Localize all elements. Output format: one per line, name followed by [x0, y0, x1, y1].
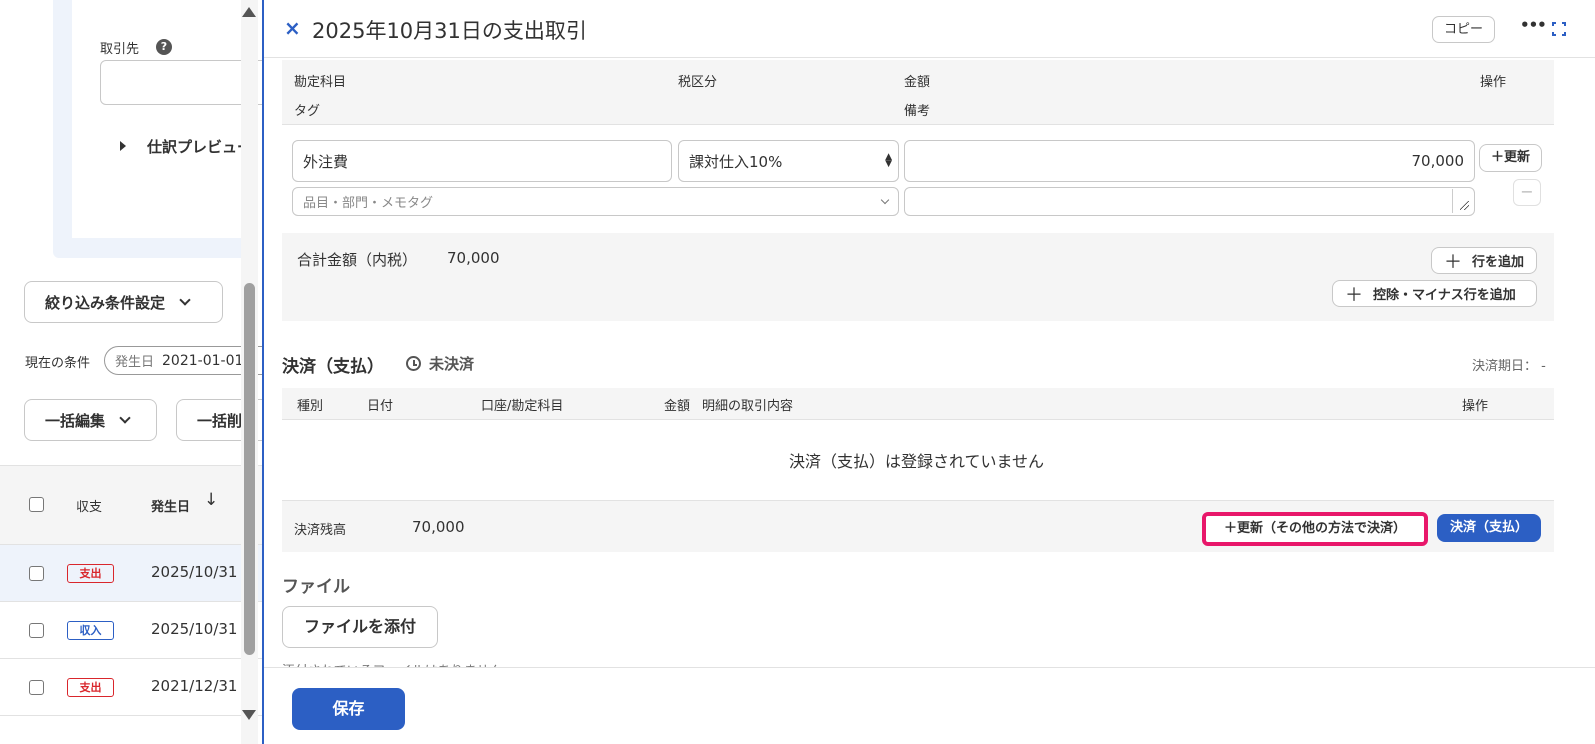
expense-badge: 支出	[67, 678, 114, 697]
sort-down-icon[interactable]: ↓	[204, 490, 218, 510]
condition-chip[interactable]: 発生日 2021-01-01	[104, 346, 262, 375]
journal-table-header: 勘定科目 税区分 金額 操作 タグ 備考	[282, 60, 1554, 125]
transaction-detail-panel: × 2025年10月31日の支出取引 コピー ••• 勘定科目 税区分 金額 操…	[262, 0, 1595, 744]
partner-label: 取引先	[100, 42, 140, 57]
memo-field[interactable]	[904, 187, 1475, 216]
bulk-edit-button[interactable]: 一括編集	[24, 399, 157, 441]
filter-settings-button[interactable]: 絞り込み条件設定	[24, 281, 223, 323]
col-settle-account: 口座/勘定科目	[481, 399, 564, 414]
caret-right-icon	[120, 141, 126, 151]
panel-title: 2025年10月31日の支出取引	[312, 19, 587, 43]
row-date: 2025/10/31	[151, 620, 238, 638]
col-account: 勘定科目	[294, 75, 347, 90]
update-button[interactable]: ＋更新	[1479, 144, 1542, 172]
account-value: 外注費	[303, 152, 349, 171]
settle-payment-button[interactable]: 決済（支払）	[1437, 514, 1541, 542]
col-tag: タグ	[294, 104, 321, 119]
settlement-title: 決済（支払）	[282, 357, 384, 377]
settlement-due-date: 決済期日： -	[1472, 359, 1546, 374]
tax-select[interactable]: 課対仕入10% ▲ ▼	[678, 140, 899, 182]
clock-icon	[406, 356, 421, 371]
transaction-list-page: 取引先 ? 仕訳プレビュー 絞り込み条件設定 現在の条件 発生日 2021-01…	[0, 0, 262, 744]
settlement-table-header: 種別 日付 口座/勘定科目 金額 明細の取引内容 操作	[282, 388, 1554, 420]
amount-value: 70,000	[1411, 152, 1465, 170]
scroll-down-icon[interactable]	[242, 710, 256, 720]
more-options-icon[interactable]: •••	[1520, 16, 1547, 34]
table-row[interactable]: 収入 2025/10/31	[0, 602, 262, 659]
col-settle-action: 操作	[1462, 399, 1489, 414]
help-icon[interactable]: ?	[156, 39, 172, 55]
journal-line: 外注費 課対仕入10% ▲ ▼ 70,000 ＋更新 品目・部門・メモタグ −	[282, 126, 1554, 231]
header-date[interactable]: 発生日	[151, 496, 190, 515]
close-icon[interactable]: ×	[284, 17, 301, 39]
settlement-status: 未決済	[429, 355, 475, 373]
panel-header: × 2025年10月31日の支出取引 コピー •••	[264, 0, 1595, 58]
current-condition-label: 現在の条件	[25, 356, 91, 371]
add-deduction-row-label: 控除・マイナス行を追加	[1373, 288, 1516, 303]
form-card	[72, 0, 252, 238]
total-label: 合計金額（内税）	[297, 251, 418, 269]
expense-badge: 支出	[67, 564, 114, 583]
filter-settings-label: 絞り込み条件設定	[45, 293, 166, 312]
header-type: 収支	[76, 500, 103, 515]
col-amount: 金額	[904, 75, 931, 90]
table-row[interactable]: 支出 2021/12/31	[0, 659, 262, 716]
journal-preview-toggle[interactable]: 仕訳プレビュー	[147, 136, 252, 157]
amount-field[interactable]: 70,000	[904, 140, 1475, 182]
save-button[interactable]: 保存	[292, 688, 405, 730]
add-deduction-row-button[interactable]: ＋ 控除・マイナス行を追加	[1332, 280, 1537, 307]
col-date: 日付	[367, 399, 394, 414]
expand-icon[interactable]	[1552, 22, 1566, 36]
balance-amount: 70,000	[412, 518, 465, 536]
settlement-balance-bar: 決済残高 70,000 ＋更新（その他の方法で決済） 決済（支払）	[282, 500, 1554, 552]
row-date: 2021/12/31	[151, 677, 238, 695]
select-arrows-icon: ▲ ▼	[885, 152, 892, 169]
attach-file-button[interactable]: ファイルを添付	[282, 606, 438, 648]
scroll-up-icon[interactable]	[242, 7, 256, 17]
col-tax: 税区分	[678, 75, 718, 90]
update-other-method-button[interactable]: ＋更新（その他の方法で決済）	[1202, 512, 1428, 546]
file-section-title: ファイル	[282, 577, 350, 597]
condition-chip-value: 2021-01-01	[162, 352, 244, 369]
add-row-button[interactable]: ＋ 行を追加	[1431, 247, 1537, 274]
chevron-down-icon	[880, 195, 890, 204]
resize-handle-icon[interactable]	[1452, 189, 1472, 213]
tag-placeholder: 品目・部門・メモタグ	[303, 196, 434, 211]
total-amount: 70,000	[447, 249, 500, 267]
row-checkbox[interactable]	[29, 623, 44, 638]
plus-icon: ＋	[1345, 284, 1363, 306]
col-memo: 備考	[904, 104, 931, 119]
scrollbar-thumb[interactable]	[244, 283, 255, 655]
tax-value: 課対仕入10%	[689, 152, 783, 171]
copy-button[interactable]: コピー	[1432, 16, 1495, 43]
list-header: 収支 発生日 ↓	[0, 465, 262, 545]
partner-input[interactable]	[100, 60, 262, 105]
row-date: 2025/10/31	[151, 563, 238, 581]
table-row[interactable]: 支出 2025/10/31	[0, 545, 262, 602]
balance-label: 決済残高	[294, 523, 347, 538]
settlement-empty-message: 決済（支払）は登録されていません	[788, 452, 1045, 471]
row-checkbox[interactable]	[29, 680, 44, 695]
remove-row-button[interactable]: −	[1513, 179, 1541, 206]
select-all-checkbox[interactable]	[29, 497, 44, 512]
chevron-down-icon	[119, 411, 131, 424]
panel-footer: 保存	[264, 667, 1595, 744]
account-field[interactable]: 外注費	[292, 140, 672, 182]
col-kind: 種別	[297, 399, 324, 414]
condition-chip-key: 発生日	[115, 355, 155, 370]
bulk-edit-label: 一括編集	[45, 411, 106, 430]
tag-select[interactable]: 品目・部門・メモタグ	[292, 187, 899, 216]
income-badge: 収入	[67, 621, 114, 640]
total-section: 合計金額（内税） 70,000 ＋ 行を追加 ＋ 控除・マイナス行を追加	[282, 233, 1554, 321]
col-settle-amount: 金額	[664, 399, 691, 414]
add-row-label: 行を追加	[1472, 255, 1525, 270]
chevron-down-icon	[179, 293, 191, 306]
col-action: 操作	[1480, 75, 1507, 90]
col-detail: 明細の取引内容	[702, 399, 794, 414]
plus-icon: ＋	[1444, 251, 1462, 273]
row-checkbox[interactable]	[29, 566, 44, 581]
